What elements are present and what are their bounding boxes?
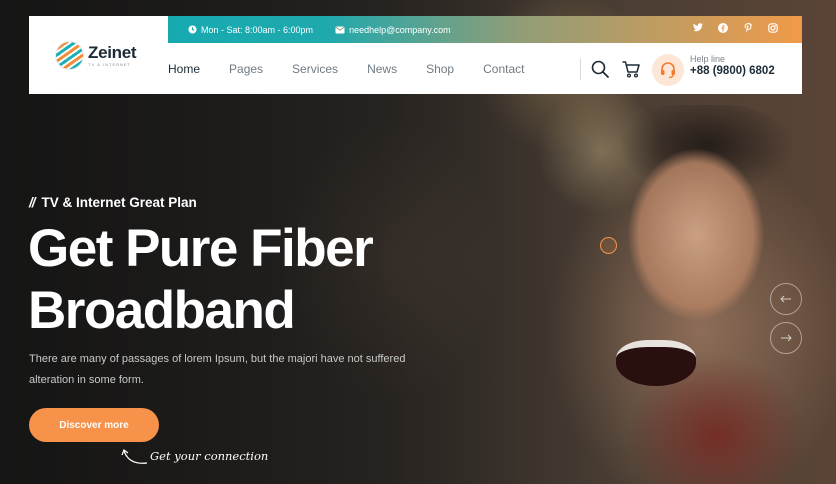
headline-line-1: Get Pure Fiber	[28, 219, 374, 278]
top-info-bar: Mon - Sat: 8:00am - 6:00pm needhelp@comp…	[168, 16, 802, 43]
logo-text: Zeinet TV & INTERNET	[88, 42, 137, 67]
nav-divider	[580, 58, 581, 80]
decorative-orbit-dot	[600, 237, 617, 254]
site-header: Zeinet TV & INTERNET Mon - Sat: 8:00am -…	[29, 16, 802, 94]
slider-prev-button[interactable]	[770, 283, 802, 315]
nav-item-contact[interactable]: Contact	[483, 62, 524, 76]
instagram-icon[interactable]	[768, 23, 778, 36]
cart-icon[interactable]	[621, 59, 641, 79]
envelope-icon	[335, 26, 345, 33]
help-line: Help line +88 (9800) 6802	[690, 54, 775, 79]
discover-more-button[interactable]: Discover more	[29, 408, 159, 442]
nav-item-shop[interactable]: Shop	[426, 62, 454, 76]
eyebrow-mark: //	[29, 195, 35, 210]
eyebrow-text: TV & Internet Great Plan	[41, 195, 197, 210]
curved-arrow-icon	[121, 449, 148, 464]
clock-icon	[188, 25, 197, 34]
nav-item-services[interactable]: Services	[292, 62, 338, 76]
facebook-icon[interactable]	[718, 23, 728, 36]
nav-item-pages[interactable]: Pages	[229, 62, 263, 76]
email-link[interactable]: needhelp@company.com	[349, 25, 451, 35]
brand-name: Zeinet	[88, 42, 137, 62]
pinterest-icon[interactable]	[743, 23, 753, 36]
hero-description: There are many of passages of lorem Ipsu…	[29, 353, 406, 386]
twitter-icon[interactable]	[693, 23, 703, 36]
hours-item: Mon - Sat: 8:00am - 6:00pm	[188, 25, 313, 35]
logo-mark-icon	[55, 40, 84, 70]
hours-text: Mon - Sat: 8:00am - 6:00pm	[201, 24, 314, 35]
nav-item-home[interactable]: Home	[168, 62, 200, 76]
search-icon[interactable]	[590, 59, 610, 79]
script-note: Get your connection	[150, 449, 269, 463]
headline-line-2: Broadband	[28, 281, 296, 340]
headset-icon	[661, 62, 675, 79]
hero-headline: Get Pure Fiber Broadband	[28, 218, 448, 342]
nav-item-news[interactable]: News	[367, 62, 397, 76]
help-line-phone[interactable]: +88 (9800) 6802	[690, 65, 775, 79]
email-item[interactable]: needhelp@company.com	[335, 25, 451, 35]
arrow-right-icon	[781, 334, 792, 342]
arrow-left-icon	[780, 295, 791, 303]
logo[interactable]: Zeinet TV & INTERNET	[29, 16, 168, 94]
social-links	[693, 23, 802, 36]
main-nav: Home Pages Services News Shop Contact	[168, 43, 608, 94]
brand-tagline: TV & INTERNET	[88, 61, 132, 67]
help-line-label: Help line	[690, 54, 726, 64]
slider-next-button[interactable]	[770, 322, 802, 354]
help-badge[interactable]	[652, 54, 684, 86]
hero-eyebrow: // TV & Internet Great Plan	[29, 195, 197, 210]
